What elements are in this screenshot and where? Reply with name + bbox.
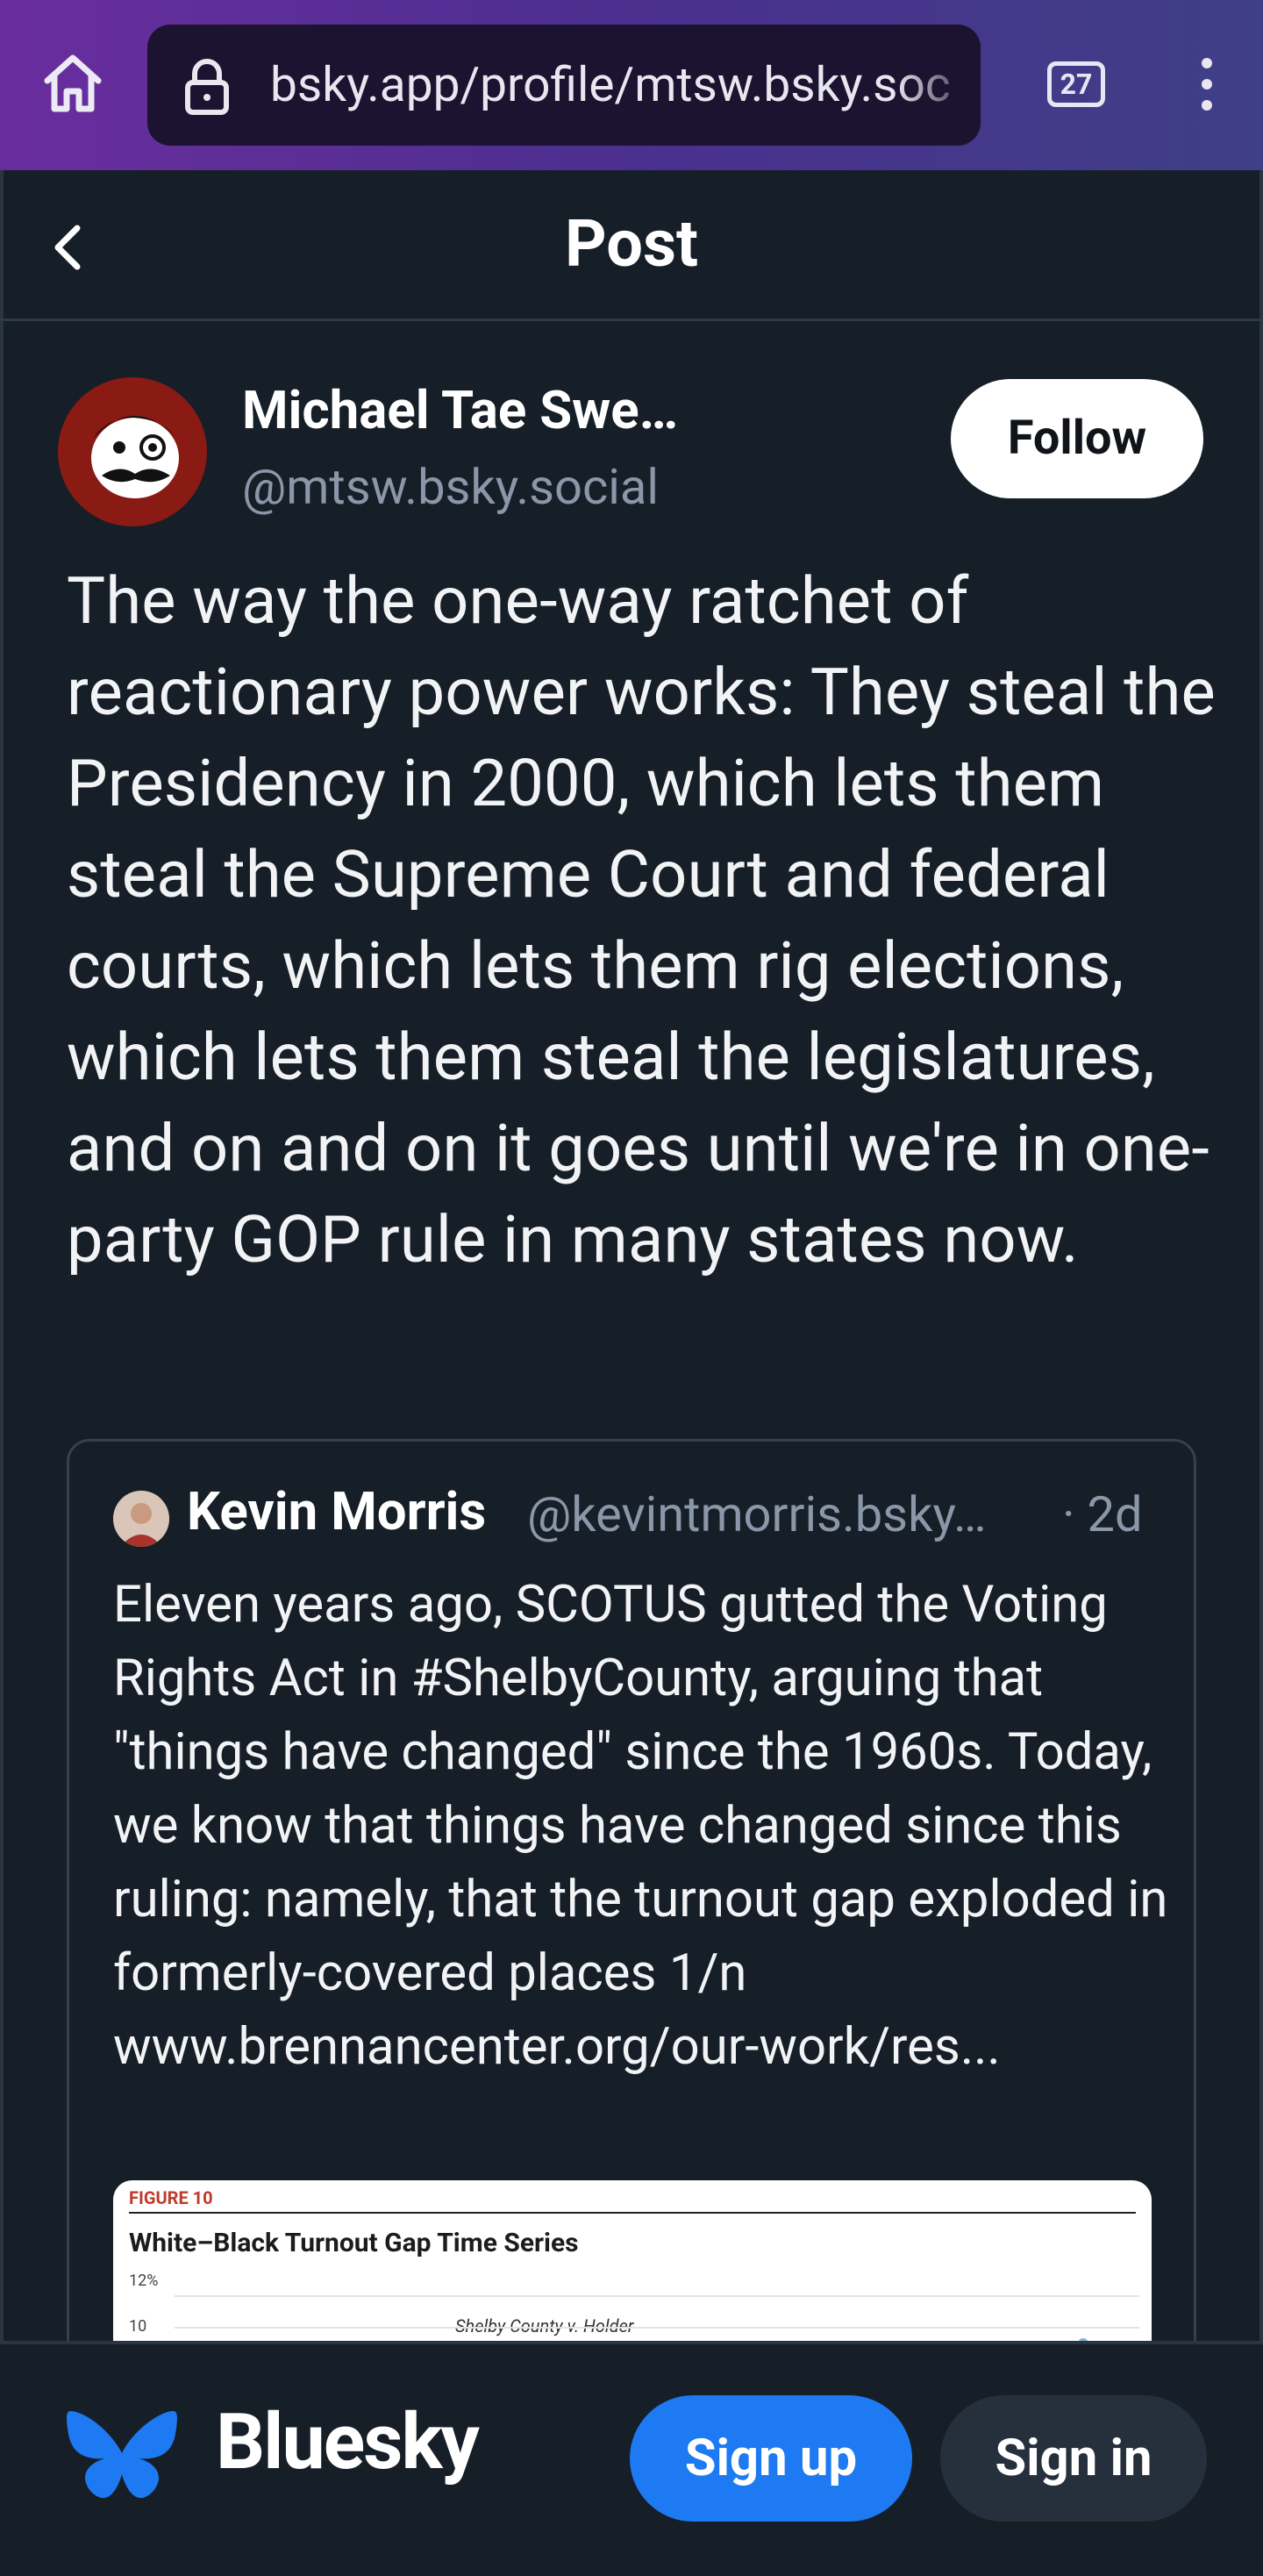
- browser-toolbar: bsky.app/profile/mtsw.bsky.soc 27: [0, 0, 1263, 170]
- quoted-author-name[interactable]: Kevin Morris: [187, 1480, 486, 1542]
- quoted-post-card[interactable]: Kevin Morris @kevintmorris.bsky… · 2d El…: [67, 1439, 1196, 2404]
- tab-switcher-button[interactable]: 27: [1047, 61, 1105, 107]
- author-avatar[interactable]: [58, 377, 207, 526]
- follow-button[interactable]: Follow: [951, 379, 1203, 498]
- author-handle[interactable]: @mtsw.bsky.social: [242, 458, 659, 516]
- sign-in-button[interactable]: Sign in: [940, 2395, 1207, 2522]
- home-icon[interactable]: [35, 46, 111, 121]
- quoted-post-text: Eleven years ago, SCOTUS gutted the Voti…: [113, 1575, 1168, 2077]
- author-name[interactable]: Michael Tae Swe…: [242, 379, 678, 441]
- sign-up-button[interactable]: Sign up: [630, 2395, 912, 2522]
- overflow-menu-icon[interactable]: [1184, 53, 1230, 119]
- address-bar[interactable]: bsky.app/profile/mtsw.bsky.soc: [147, 25, 981, 146]
- page-title: Post: [564, 206, 699, 283]
- post-body-text: The way the one-way ratchet of reactiona…: [67, 563, 1216, 1278]
- lock-icon: [181, 56, 233, 118]
- post-header: Post: [0, 170, 1263, 321]
- signup-bar: Bluesky Sign up Sign in: [0, 2341, 1263, 2576]
- quoted-author-avatar[interactable]: [113, 1491, 169, 1547]
- quoted-author-handle[interactable]: @kevintmorris.bsky…: [527, 1485, 987, 1543]
- quoted-post-time: · 2d: [1062, 1485, 1143, 1543]
- brand-wordmark: Bluesky: [216, 2397, 480, 2487]
- butterfly-icon: [65, 2408, 179, 2509]
- url-text: bsky.app/profile/mtsw.bsky.soc: [270, 57, 951, 113]
